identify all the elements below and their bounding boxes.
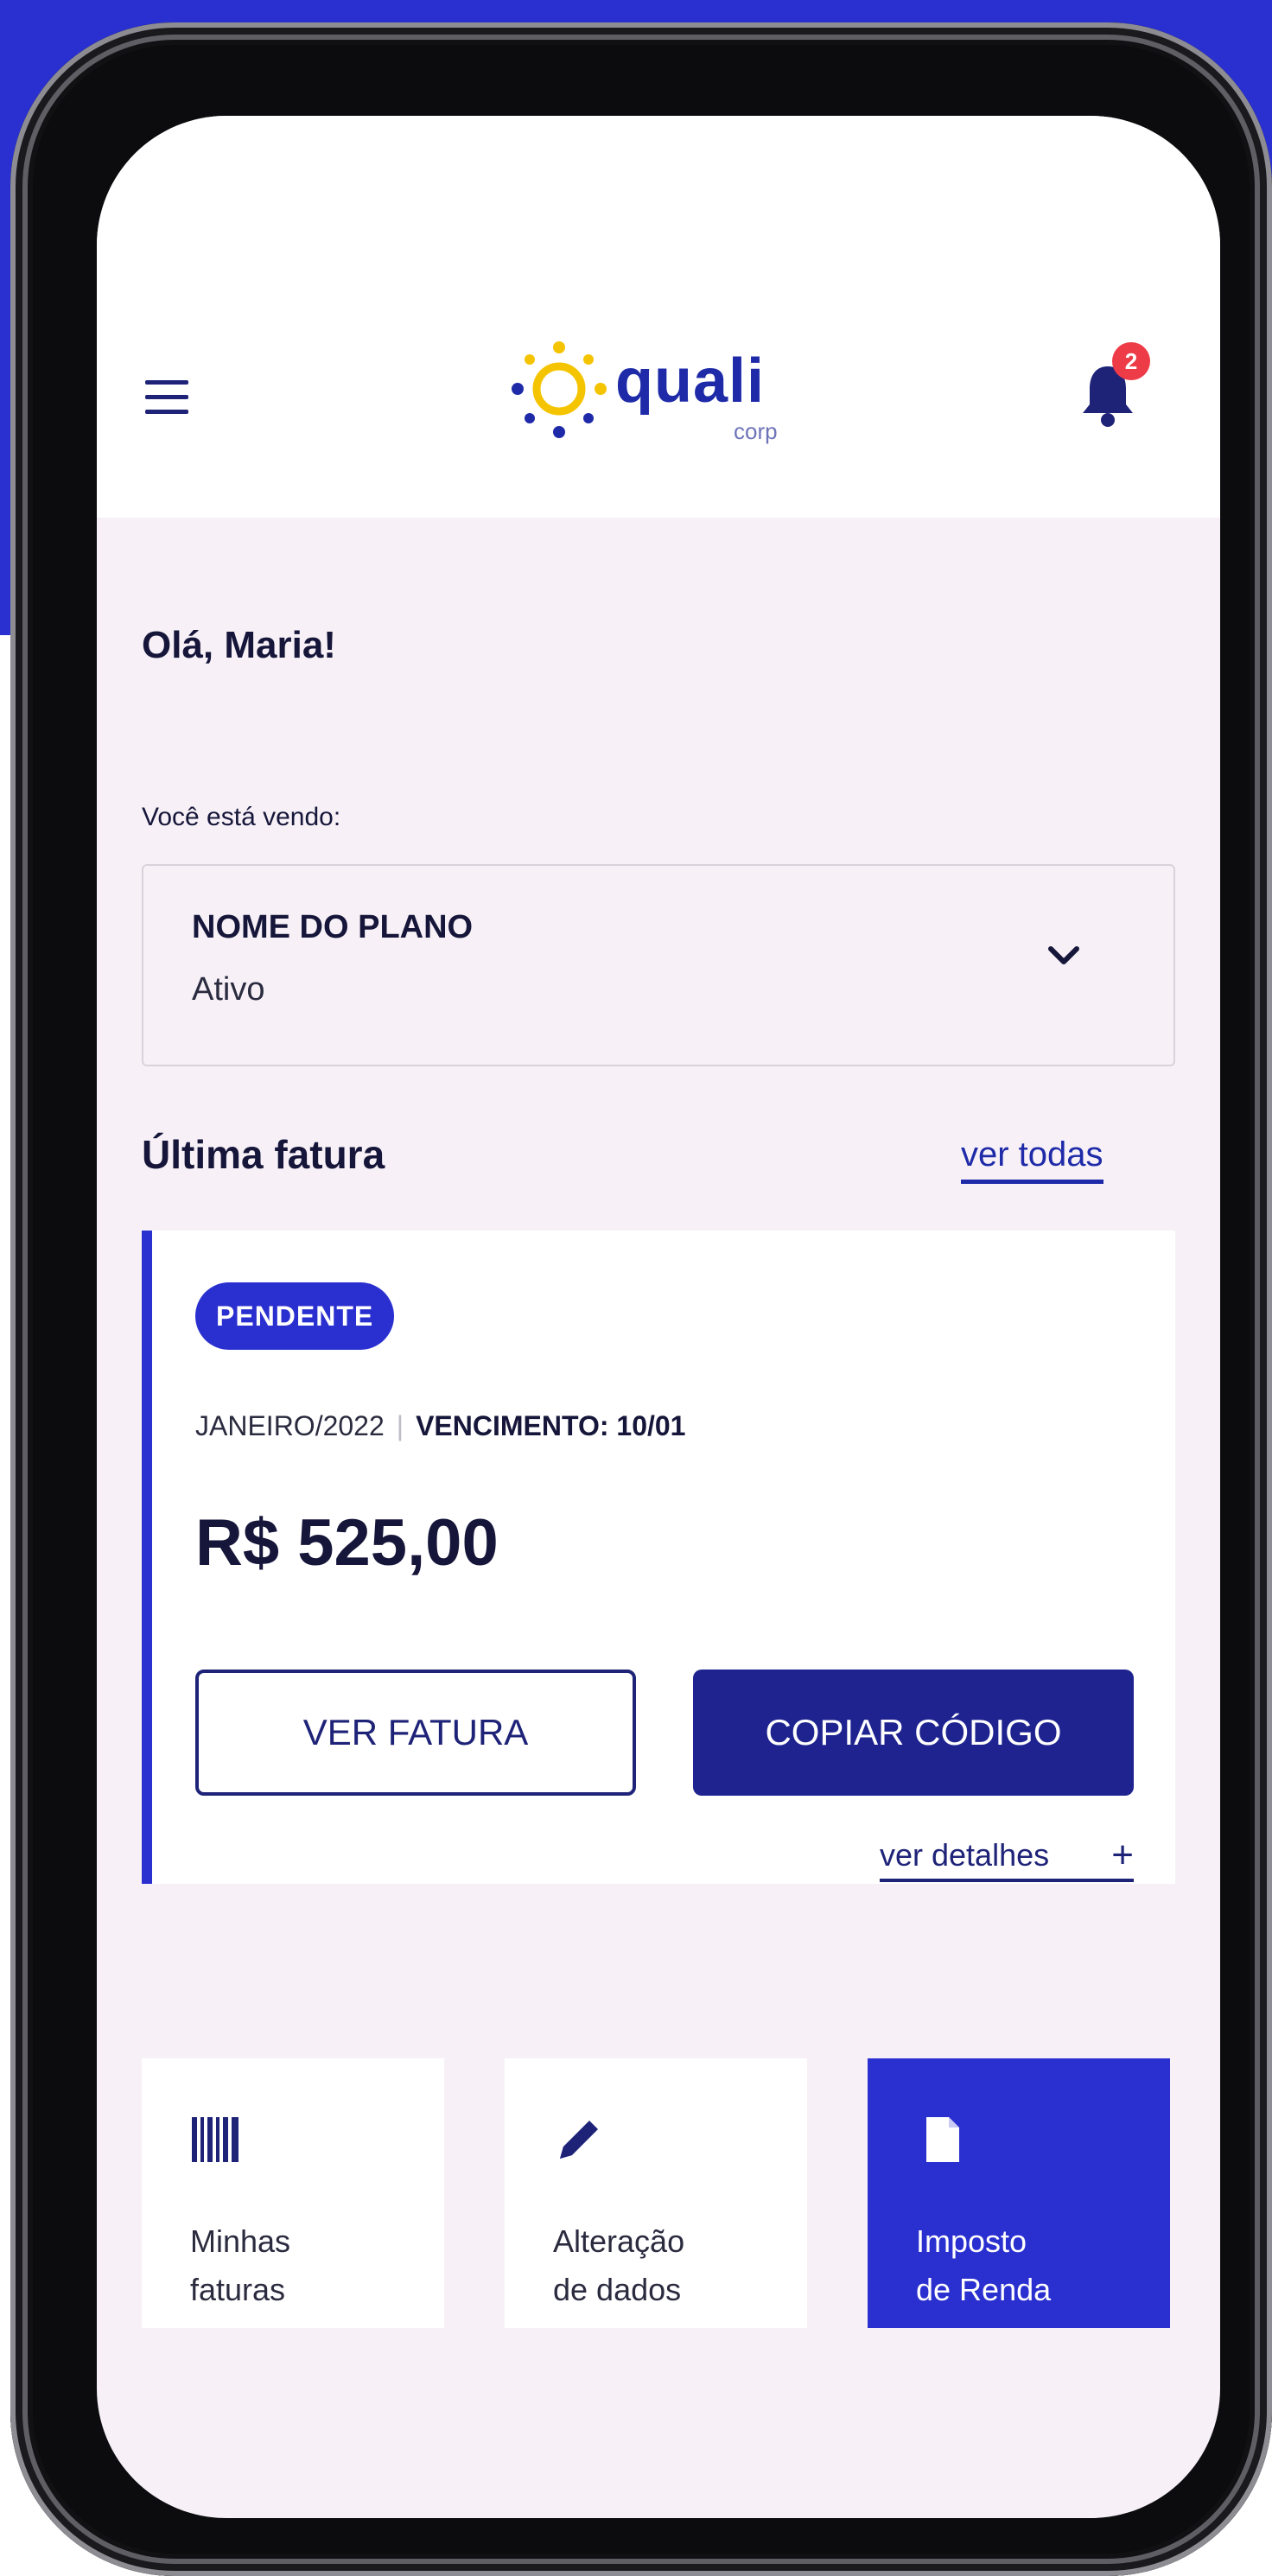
tile-label-line1: Imposto	[916, 2223, 1027, 2259]
invoice-amount: R$ 525,00	[195, 1506, 499, 1580]
plan-status: Ativo	[192, 971, 265, 1008]
details-link-label: ver detalhes	[880, 1837, 1050, 1873]
qualicorp-logo: quali corp	[507, 339, 801, 451]
view-invoice-button[interactable]: VER FATURA	[195, 1670, 636, 1796]
see-all-link[interactable]: ver todas	[961, 1135, 1103, 1184]
tile-label: Minhas faturas	[190, 2217, 290, 2314]
logo-text: quali	[615, 347, 766, 416]
section-title: Última fatura	[142, 1132, 385, 1177]
chevron-down-icon	[1048, 946, 1079, 964]
plan-label: Você está vendo:	[142, 803, 341, 831]
tile-label: Imposto de Renda	[916, 2217, 1051, 2314]
greeting: Olá, Maria!	[142, 624, 336, 666]
app-screen: quali corp 2 Olá, Maria! Você está vendo…	[97, 116, 1220, 2518]
plan-selector[interactable]: NOME DO PLANO Ativo	[142, 864, 1175, 1066]
details-link[interactable]: ver detalhes +	[880, 1834, 1134, 1882]
notification-badge: 2	[1112, 342, 1150, 380]
status-badge: PENDENTE	[195, 1282, 395, 1350]
tile-label: Alteração de dados	[553, 2217, 684, 2314]
notifications-button[interactable]: 2	[1078, 342, 1155, 429]
tile-label-line2: de dados	[553, 2272, 682, 2307]
invoice-period: JANEIRO/2022	[195, 1410, 385, 1441]
tile-label-line1: Alteração	[553, 2223, 685, 2259]
logo-subtext: corp	[734, 418, 778, 444]
barcode-icon	[192, 2117, 238, 2162]
sun-icon	[512, 341, 607, 438]
tile-data-change[interactable]: Alteração de dados	[505, 2058, 807, 2328]
pencil-icon	[560, 2121, 598, 2159]
tile-income-tax[interactable]: Imposto de Renda	[868, 2058, 1170, 2328]
menu-icon[interactable]	[145, 380, 188, 415]
meta-divider: |	[396, 1410, 404, 1441]
tile-my-invoices[interactable]: Minhas faturas	[142, 2058, 444, 2328]
tile-label-line2: faturas	[190, 2272, 286, 2307]
plan-name: NOME DO PLANO	[192, 909, 474, 945]
copy-code-button[interactable]: COPIAR CÓDIGO	[693, 1670, 1134, 1796]
app-header: quali corp 2	[97, 116, 1220, 518]
document-icon	[926, 2117, 959, 2162]
invoice-card: PENDENTE JANEIRO/2022 | VENCIMENTO: 10/01 …	[142, 1231, 1175, 1884]
phone-frame: quali corp 2 Olá, Maria! Você está vendo…	[10, 22, 1272, 2576]
plus-icon: +	[1111, 1834, 1134, 1876]
tile-label-line2: de Renda	[916, 2272, 1052, 2307]
tile-label-line1: Minhas	[190, 2223, 291, 2259]
invoice-meta: JANEIRO/2022 | VENCIMENTO: 10/01	[195, 1410, 685, 1442]
invoice-due-date: VENCIMENTO: 10/01	[416, 1410, 686, 1441]
